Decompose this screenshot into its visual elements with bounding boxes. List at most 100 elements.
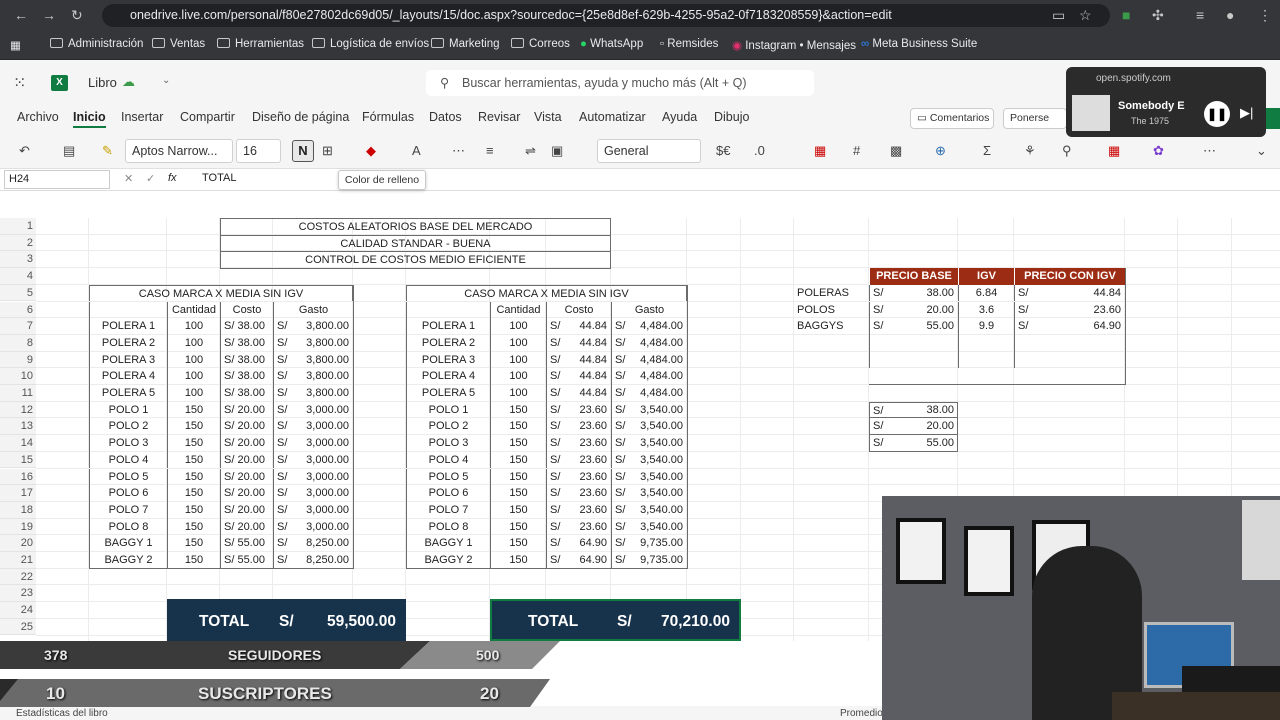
left-table-spend[interactable]: 3,000.00	[291, 418, 349, 435]
price-table-with-igv[interactable]: 23.60	[1044, 302, 1121, 319]
right-table-qty[interactable]: 150	[490, 501, 546, 519]
number-format-select[interactable]: General	[597, 139, 701, 163]
row-header[interactable]: 10	[0, 368, 36, 385]
right-table-qty[interactable]: 150	[490, 468, 546, 486]
search-input[interactable]: ⚲ Buscar herramientas, ayuda y mucho más …	[426, 70, 814, 96]
row-header[interactable]: 15	[0, 451, 36, 469]
header-title[interactable]: CALIDAD STANDAR - BUENA	[220, 234, 611, 253]
right-table-cost[interactable]: 44.84	[564, 335, 607, 352]
right-table-spend[interactable]: 3,540.00	[629, 519, 683, 536]
left-table-product[interactable]: POLO 1	[89, 401, 167, 419]
left-table-qty[interactable]: 150	[167, 468, 220, 486]
left-table-qty[interactable]: 100	[167, 318, 220, 335]
row-header[interactable]: 12	[0, 401, 36, 419]
right-table-cost[interactable]: 44.84	[564, 368, 607, 385]
copilot-icon[interactable]: ✿	[1153, 143, 1164, 159]
tab-compartir[interactable]: Compartir	[180, 110, 235, 124]
right-table-qty[interactable]: 150	[490, 418, 546, 436]
right-table-product[interactable]: POLO 2	[406, 418, 490, 436]
price-table-empty[interactable]	[869, 334, 958, 352]
left-table-qty[interactable]: 100	[167, 368, 220, 385]
price-table-base[interactable]: 55.00	[899, 318, 954, 335]
row-header[interactable]: 14	[0, 435, 36, 452]
left-table-spend[interactable]: 3,800.00	[291, 385, 349, 402]
insert-icon[interactable]: #	[853, 143, 860, 158]
tab-revisar[interactable]: Revisar	[478, 110, 520, 124]
right-table-cost[interactable]: 64.90	[564, 552, 607, 569]
left-table-qty[interactable]: 150	[167, 435, 220, 452]
bookmark-logistica[interactable]: Logística de envíos	[312, 38, 429, 50]
right-table-col-header[interactable]: Cantidad	[490, 301, 546, 319]
more-icon[interactable]: ⋯	[452, 143, 465, 159]
wrap-text-icon[interactable]: ⇌	[525, 143, 536, 159]
right-table-cost[interactable]: 23.60	[564, 519, 607, 536]
left-table-product[interactable]: POLERA 4	[89, 368, 167, 385]
right-table-title[interactable]: CASO MARCA X MEDIA SIN IGV	[406, 284, 687, 302]
row-header[interactable]: 25	[0, 618, 36, 636]
right-table-product[interactable]: POLO 6	[406, 485, 490, 502]
row-header[interactable]: 17	[0, 485, 36, 502]
workbook-stats[interactable]: Estadísticas del libro	[16, 708, 108, 719]
right-table-col-header[interactable]: Costo	[546, 301, 611, 319]
bookmark-remsides[interactable]: ▫ Remsides	[660, 38, 718, 50]
row-header[interactable]: 20	[0, 535, 36, 552]
tab-vista[interactable]: Vista	[534, 110, 562, 124]
row-header[interactable]: 24	[0, 602, 36, 619]
forward-icon[interactable]: →	[42, 7, 56, 23]
row-header[interactable]: 13	[0, 418, 36, 436]
right-table-spend[interactable]: 9,735.00	[629, 535, 683, 552]
left-table-cost[interactable]: S/ 38.00	[220, 318, 273, 335]
right-table-product[interactable]: POLERA 2	[406, 334, 490, 352]
right-table-cost[interactable]: 64.90	[564, 535, 607, 552]
right-table-col-header[interactable]: Gasto	[611, 301, 687, 319]
right-table-cost[interactable]: 23.60	[564, 402, 607, 419]
workbook-name[interactable]: Libro	[88, 75, 117, 90]
price-table-empty[interactable]	[958, 334, 1014, 352]
currency-icon[interactable]: $€	[716, 143, 730, 158]
right-table-spend[interactable]: 4,484.00	[629, 318, 683, 335]
price-table-product[interactable]: BAGGYS	[794, 318, 869, 335]
conditional-format-icon[interactable]: ▦	[814, 143, 826, 159]
apps-grid-icon[interactable]: ▦	[10, 38, 21, 52]
align-icon[interactable]: ≡	[486, 143, 494, 158]
row-header[interactable]: 2	[0, 234, 36, 252]
row-header[interactable]: 4	[0, 268, 36, 285]
next-track-icon[interactable]: ▶|	[1240, 105, 1253, 121]
left-table-cost[interactable]: S/ 20.00	[220, 401, 273, 419]
bookmark-whatsapp[interactable]: ● WhatsApp	[580, 38, 643, 50]
profile-avatar[interactable]: ●	[1226, 7, 1234, 23]
price-table-with-igv[interactable]: 64.90	[1044, 318, 1121, 335]
clipboard-icon[interactable]: ▭	[1052, 7, 1065, 24]
right-table-cost[interactable]: 23.60	[564, 485, 607, 502]
right-table-product[interactable]: POLO 3	[406, 435, 490, 452]
right-table-spend[interactable]: 3,540.00	[629, 402, 683, 419]
bookmark-meta[interactable]: ∞ Meta Business Suite	[861, 38, 977, 50]
left-table-spend[interactable]: 8,250.00	[291, 535, 349, 552]
bookmark-herramientas[interactable]: Herramientas	[217, 38, 304, 50]
left-table-cost[interactable]: S/ 38.00	[220, 334, 273, 352]
left-table-qty[interactable]: 150	[167, 501, 220, 519]
right-table-spend[interactable]: 4,484.00	[629, 385, 683, 402]
left-table-col-header[interactable]: Costo	[220, 301, 273, 319]
left-table-blank[interactable]	[89, 301, 167, 319]
price-table-base[interactable]: 20.00	[899, 302, 954, 319]
price-table-header[interactable]: PRECIO CON IGV	[1014, 268, 1125, 285]
find-icon[interactable]: ⚲	[1062, 143, 1072, 159]
right-table-qty[interactable]: 150	[490, 485, 546, 502]
autosum-icon[interactable]: Σ	[983, 143, 991, 158]
row-header[interactable]: 7	[0, 318, 36, 335]
right-table-qty[interactable]: 150	[490, 552, 546, 569]
pause-icon[interactable]: ❚❚	[1204, 101, 1230, 127]
left-table-cost[interactable]: S/ 38.00	[220, 351, 273, 369]
undo-icon[interactable]: ↶	[19, 143, 30, 159]
left-table-spend[interactable]: 3,000.00	[291, 402, 349, 419]
bookmark-administracion[interactable]: Administración	[50, 38, 143, 50]
tab-insertar[interactable]: Insertar	[121, 110, 163, 124]
price-table-empty[interactable]	[869, 351, 958, 369]
price-table-empty[interactable]	[1014, 334, 1125, 352]
left-table-qty[interactable]: 100	[167, 351, 220, 369]
right-table-qty[interactable]: 150	[490, 435, 546, 452]
right-table-product[interactable]: POLO 8	[406, 518, 490, 536]
right-table-product[interactable]: POLERA 5	[406, 385, 490, 402]
left-table-cost[interactable]: S/ 20.00	[220, 518, 273, 536]
